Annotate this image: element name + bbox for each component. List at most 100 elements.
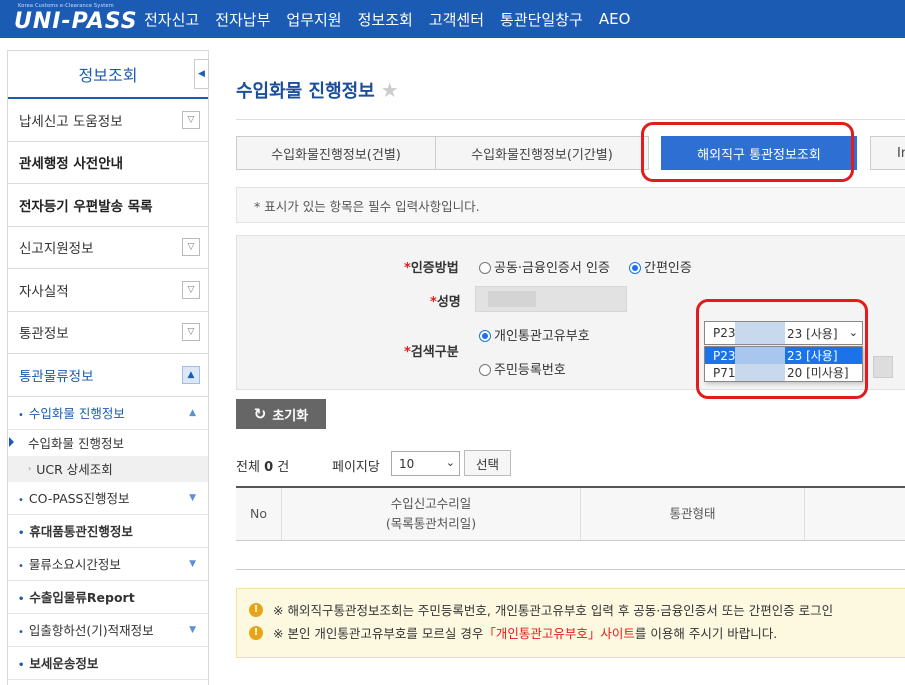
menu-item-aeo[interactable]: AEO [599,10,631,28]
name-label: *성명 [430,295,461,310]
column-header-accept-date: 수입신고수리일 (목록통관처리일) [282,488,581,540]
sidebar-item-company-results[interactable]: 자사실적 ▽ [8,269,208,312]
main-menu: 전자신고 전자납부 업무지원 정보조회 고객센터 통관단일창구 AEO [144,0,646,38]
column-header-no: No [236,488,282,540]
sidebar-sub-baggage[interactable]: • 휴대품통관진행정보 [8,515,208,548]
sidebar: 정보조회 ◀ 납세신고 도움정보 ▽ 관세행정 사전안내 전자등기 우편발송 목… [7,50,209,685]
page-title-text: 수입화물 진행정보 [236,81,375,102]
column-header-more [805,488,905,540]
chevron-down-icon[interactable]: ▽ [182,110,200,129]
warning-text: ※ 본인 개인통관고유부호를 모르실 경우 [273,626,484,641]
sidebar-leaf-label: UCR 상세조회 [36,462,113,477]
tab-import-by-period[interactable]: 수입화물진행정보(기간별) [435,136,649,170]
menu-item-info-lookup[interactable]: 정보조회 [358,9,413,30]
warning-line-1: ! ※ 해외직구통관정보조회는 주민등록번호, 개인통관고유부호 입력 후 공동… [249,600,833,619]
chevron-up-icon[interactable]: ▲ [182,365,200,384]
warning-box: ! ※ 해외직구통관정보조회는 주민등록번호, 개인통관고유부호 입력 후 공동… [236,588,905,658]
sidebar-sub-label: • 보세운송정보 [18,656,99,671]
warning-text: ※ 해외직구통관정보조회는 주민등록번호, 개인통관고유부호 입력 후 공동·금… [273,603,834,618]
star-icon[interactable]: ★ [381,78,399,102]
name-field[interactable] [475,286,627,312]
table-body-empty [236,541,905,570]
customs-code-site-link[interactable]: 「개인통관고유부호」사이트 [483,623,635,642]
sidebar-item-label: 납세신고 도움정보 [19,113,123,130]
sidebar-sub-copass[interactable]: • CO-PASS진행정보 ▼ [8,482,208,515]
auth-method-label: *인증방법 [404,261,459,276]
radio-button-selected[interactable] [629,262,641,274]
results-table: No 수입신고수리일 (목록통관처리일) 통관형태 [236,486,905,570]
auth-option-simple[interactable]: 간편인증 [629,257,692,276]
warning-text: 를 이용해 주시기 바랍니다. [634,626,778,641]
unipass-logo[interactable]: UNI-PASS [14,9,138,34]
top-nav: Korea Customs e-Clearance System UNI-PAS… [0,0,905,38]
sidebar-item-label: 전자등기 우편발송 목록 [19,198,153,215]
column-header-clearance-type: 통관형태 [581,488,805,540]
chevron-down-icon[interactable]: ▽ [182,323,200,342]
chevron-down-icon[interactable]: ▽ [182,280,200,299]
sidebar-item-label: 자사실적 [19,283,69,300]
sidebar-item-registered-mail[interactable]: 전자등기 우편발송 목록 [8,184,208,227]
sidebar-item-label: 통관물류정보 [19,368,94,385]
exclamation-icon: ! [249,625,263,640]
sidebar-item-tax-help[interactable]: 납세신고 도움정보 ▽ [8,99,208,142]
sidebar-sub-label: • 수출입물류Report [18,590,135,605]
choose-button[interactable]: 선택 [464,450,511,476]
sidebar-sub-bonded-transport[interactable]: • 보세운송정보 [8,647,208,680]
chevron-down-icon: ⌄ [445,456,455,469]
required-notice: * 표시가 있는 항목은 필수 입력사항입니다. [236,187,905,223]
sidebar-sub-report[interactable]: • 수출입물류Report [8,581,208,614]
chevron-down-icon[interactable]: ▽ [182,238,200,257]
radio-button[interactable] [479,364,491,376]
warning-line-2: ! ※ 본인 개인통관고유부호를 모르실 경우 「개인통관고유부호」사이트 를 … [249,623,777,642]
menu-item-single-window[interactable]: 통관단일창구 [500,9,583,30]
page-title: 수입화물 진행정보 ★ [236,77,399,103]
chevron-down-icon[interactable]: ▼ [189,559,196,569]
sidebar-sub-label: • 수입화물 진행정보 [18,406,125,421]
radio-button-selected[interactable] [479,330,491,342]
reset-button-label: 초기화 [272,408,309,424]
sidebar-item-logistics-info[interactable]: 통관물류정보 ▲ [8,354,208,397]
chevron-down-icon[interactable]: ▼ [189,493,196,503]
sidebar-title: 정보조회 ◀ [8,51,209,99]
sidebar-sub-label: • CO-PASS진행정보 [18,491,130,506]
sidebar-item-clearance-info[interactable]: 통관정보 ▽ [8,312,208,354]
sidebar-sub-label: • 휴대품통관진행정보 [18,524,133,539]
tab-import-by-case[interactable]: 수입화물진행정보(건별) [236,136,436,170]
sidebar-sub-import-cargo[interactable]: • 수입화물 진행정보 ▲ [8,397,208,430]
tab-import-english[interactable]: Impo [870,136,905,170]
sidebar-title-text: 정보조회 [78,66,138,85]
menu-item-work-support[interactable]: 업무지원 [286,9,341,30]
per-page-select[interactable]: 10 ⌄ [391,451,460,476]
highlight-box-tab [641,122,854,182]
resident-number-field[interactable] [873,356,893,378]
sidebar-sub-port-loading[interactable]: • 입출항하선(기)적재정보 ▼ [8,614,208,647]
sidebar-leaf-import-cargo-current[interactable]: 수입화물 진행정보 [8,429,208,456]
search-option-resident-number[interactable]: 주민등록번호 [479,359,566,378]
sidebar-sub-label: • 입출항하선(기)적재정보 [18,623,154,638]
menu-item-e-declaration[interactable]: 전자신고 [144,9,199,30]
radio-button[interactable] [479,262,491,274]
bullet-icon: › [28,464,32,473]
sidebar-item-advance-notice[interactable]: 관세행정 사전안내 [8,142,208,184]
title-divider [236,119,905,120]
table-header: No 수입신고수리일 (목록통관처리일) 통관형태 [236,488,905,541]
sidebar-item-label: 신고지원정보 [19,241,94,258]
refresh-icon: ↻ [253,405,267,423]
exclamation-icon: ! [249,602,263,617]
menu-item-e-payment[interactable]: 전자납부 [215,9,270,30]
auth-option-certificate[interactable]: 공동·금융인증서 인증 [479,257,610,276]
blurred-name [488,291,536,307]
sidebar-item-label: 관세행정 사전안내 [19,156,124,173]
search-type-label: *검색구분 [404,345,459,360]
chevron-up-icon[interactable]: ▲ [189,408,196,418]
sidebar-item-declaration-support[interactable]: 신고지원정보 ▽ [8,227,208,269]
collapse-sidebar-icon[interactable]: ◀ [194,59,209,89]
sidebar-sub-logistics-time[interactable]: • 물류소요시간정보 ▼ [8,548,208,581]
per-page-value: 10 [399,456,415,471]
menu-item-customer-center[interactable]: 고객센터 [429,9,484,30]
chevron-down-icon[interactable]: ▼ [189,625,196,635]
reset-button[interactable]: ↻ 초기화 [236,399,326,429]
sidebar-leaf-ucr[interactable]: › UCR 상세조회 [8,455,208,482]
search-option-customs-code[interactable]: 개인통관고유부호 [479,325,590,344]
highlight-box-select [696,299,868,399]
